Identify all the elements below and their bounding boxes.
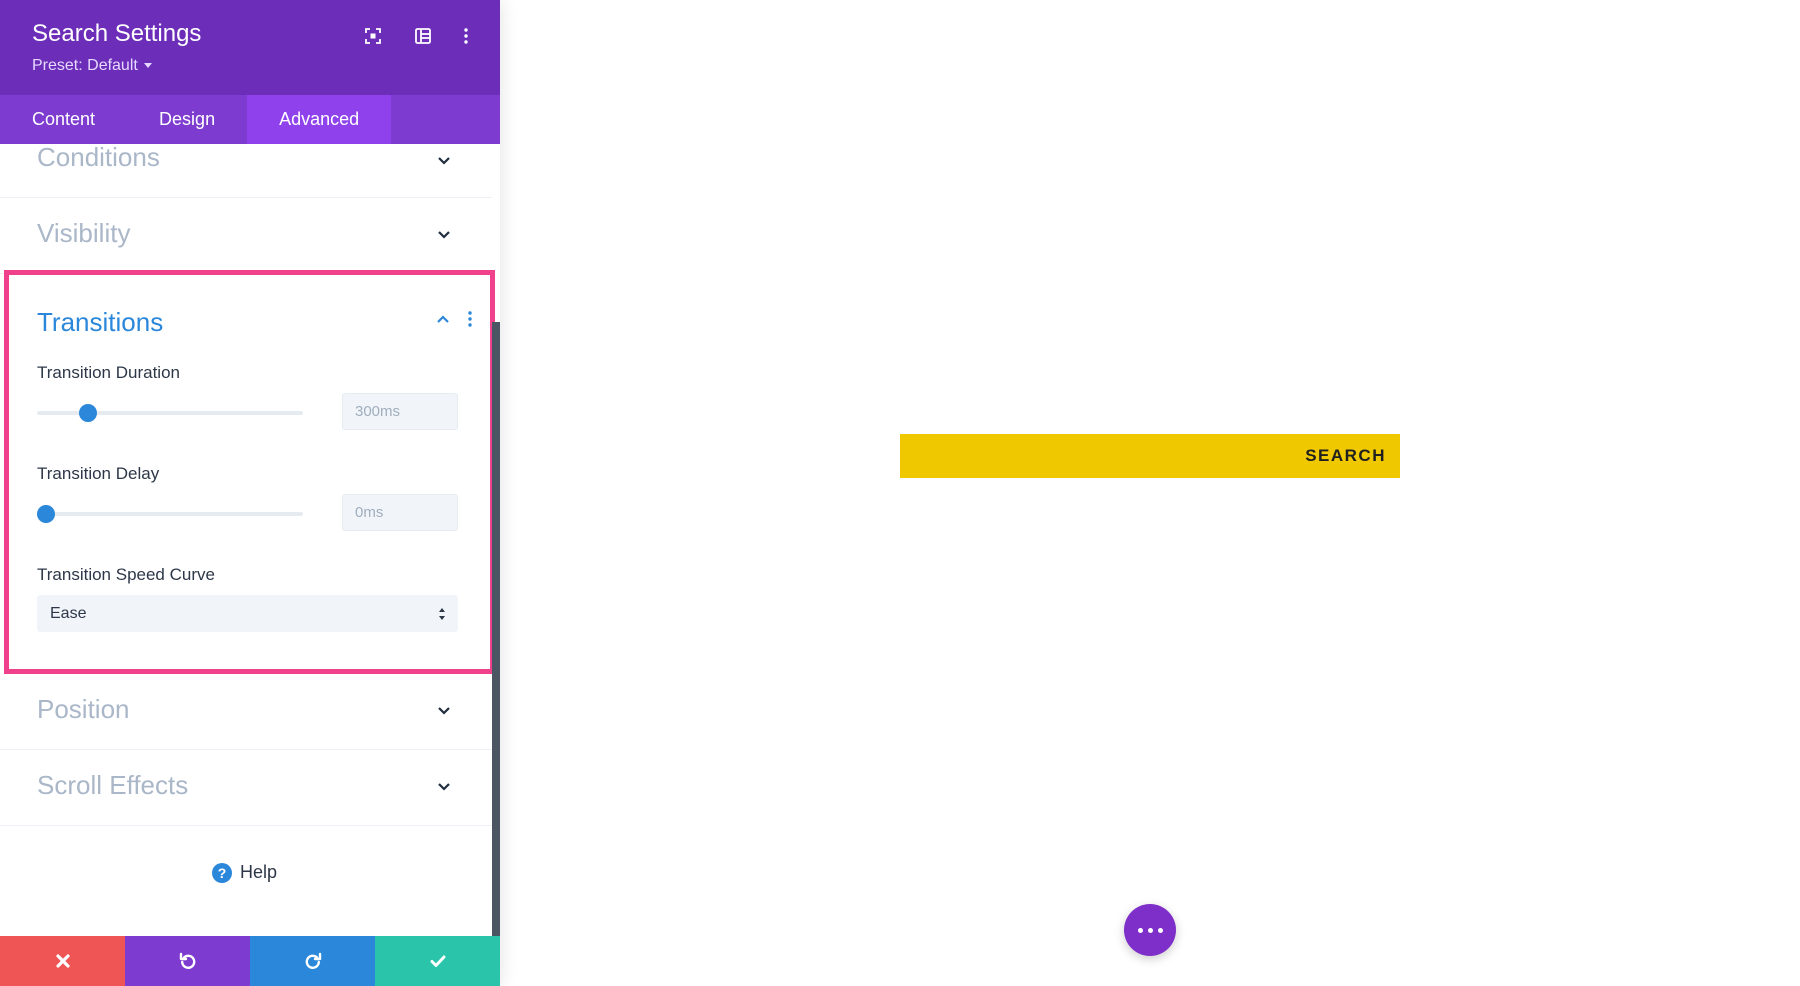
- section-scroll-effects[interactable]: Scroll Effects: [0, 750, 492, 826]
- transition-delay-input[interactable]: 0ms: [342, 494, 458, 531]
- save-button[interactable]: [375, 936, 500, 986]
- slider-thumb[interactable]: [79, 404, 98, 422]
- transition-delay-slider[interactable]: [37, 505, 303, 523]
- focus-icon[interactable]: [362, 25, 384, 47]
- scrollbar[interactable]: [492, 322, 500, 936]
- section-position[interactable]: Position: [0, 674, 492, 750]
- section-title-conditions: Conditions: [37, 144, 160, 172]
- dot-icon: [1147, 927, 1153, 933]
- caret-down-icon: [143, 63, 152, 69]
- tab-content[interactable]: Content: [0, 95, 127, 144]
- dot-icon: [1157, 927, 1163, 933]
- chevron-down-icon[interactable]: [436, 778, 452, 794]
- tab-advanced[interactable]: Advanced: [247, 95, 392, 144]
- select-arrows-icon: [439, 608, 445, 620]
- section-title-position: Position: [37, 694, 130, 724]
- transition-delay-label: Transition Delay: [37, 464, 160, 483]
- section-title-visibility: Visibility: [37, 218, 131, 248]
- check-icon: [430, 955, 445, 967]
- undo-icon: [179, 952, 195, 969]
- dot-icon: [1137, 927, 1143, 933]
- section-transitions: Transitions Transition Duration 300ms Tr…: [4, 270, 495, 674]
- chevron-up-icon[interactable]: [435, 312, 451, 328]
- tab-bar: Content Design Advanced: [0, 95, 500, 144]
- undo-button[interactable]: [125, 936, 250, 986]
- transition-speed-curve-select[interactable]: Ease: [37, 595, 458, 632]
- select-value: Ease: [50, 604, 87, 622]
- footer-actions: [0, 936, 500, 986]
- cancel-button[interactable]: [0, 936, 125, 986]
- more-vertical-icon[interactable]: [465, 309, 475, 329]
- help-icon: ?: [212, 862, 232, 883]
- transition-duration-input[interactable]: 300ms: [342, 393, 458, 430]
- section-title-transitions: Transitions: [37, 307, 164, 337]
- redo-button[interactable]: [250, 936, 375, 986]
- more-vertical-icon[interactable]: [455, 25, 477, 47]
- transition-speed-curve-label: Transition Speed Curve: [37, 565, 215, 584]
- close-icon: [55, 954, 70, 968]
- preset-dropdown[interactable]: Preset: Default: [32, 57, 152, 75]
- settings-panel: Search Settings Preset: Default Content …: [0, 0, 500, 986]
- tab-design[interactable]: Design: [127, 95, 247, 144]
- chevron-down-icon[interactable]: [436, 702, 452, 718]
- preset-label: Preset: Default: [32, 57, 138, 74]
- section-conditions[interactable]: Conditions: [0, 144, 492, 198]
- transition-duration-slider[interactable]: [37, 404, 303, 422]
- search-button[interactable]: SEARCH: [1305, 446, 1386, 466]
- more-options-button[interactable]: [1124, 904, 1176, 956]
- help-link[interactable]: ? Help: [212, 862, 277, 883]
- chevron-down-icon[interactable]: [436, 152, 452, 168]
- chevron-down-icon[interactable]: [436, 226, 452, 242]
- transition-duration-label: Transition Duration: [37, 363, 180, 382]
- layout-icon[interactable]: [412, 25, 434, 47]
- section-title-scroll-effects: Scroll Effects: [37, 770, 189, 800]
- redo-icon: [305, 952, 321, 969]
- search-bar[interactable]: SEARCH: [900, 434, 1400, 478]
- help-label: Help: [240, 862, 278, 882]
- section-visibility[interactable]: Visibility: [0, 198, 492, 274]
- panel-title: Search Settings: [32, 20, 202, 47]
- panel-header: Search Settings Preset: Default: [0, 0, 500, 95]
- slider-thumb[interactable]: [37, 505, 55, 523]
